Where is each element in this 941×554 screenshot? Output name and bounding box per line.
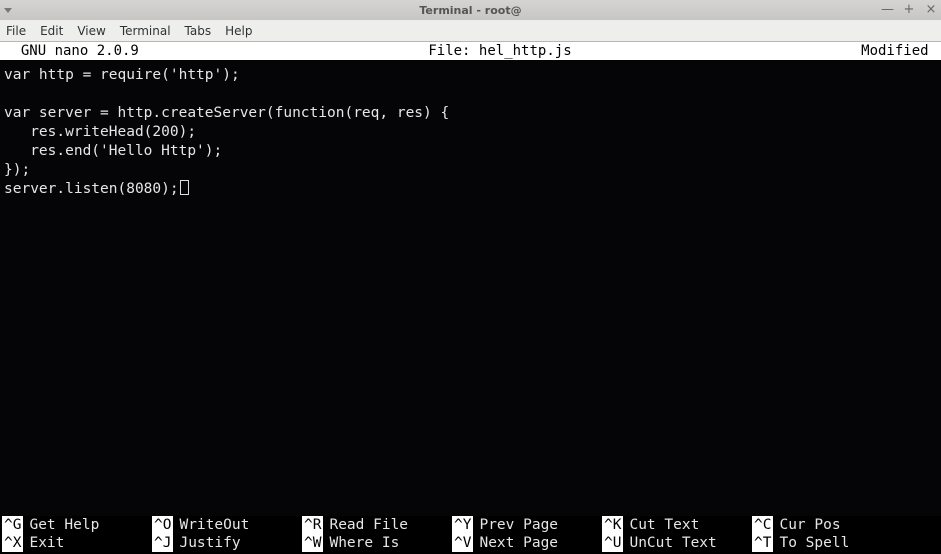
shortcut-cut-text[interactable]: ^KCut Text bbox=[602, 516, 752, 534]
menu-view[interactable]: View bbox=[77, 24, 105, 38]
code-line: var http = require('http'); bbox=[4, 67, 240, 83]
menu-terminal[interactable]: Terminal bbox=[120, 24, 171, 38]
menu-file[interactable]: File bbox=[6, 24, 26, 38]
code-line: res.end('Hello Http'); bbox=[4, 143, 222, 159]
nano-header: GNU nano 2.0.9 File: hel_http.js Modifie… bbox=[0, 42, 941, 60]
shortcut-cur-pos[interactable]: ^CCur Pos bbox=[752, 516, 902, 534]
code-line: }); bbox=[4, 162, 30, 178]
shortcut-read-file[interactable]: ^RRead File bbox=[302, 516, 452, 534]
shortcut-to-spell[interactable]: ^TTo Spell bbox=[752, 534, 902, 552]
shortcut-uncut-text[interactable]: ^UUnCut Text bbox=[602, 534, 752, 552]
code-line: res.writeHead(200); bbox=[4, 124, 196, 140]
code-line: server.listen(8080); bbox=[4, 181, 179, 197]
shortcut-next-page[interactable]: ^VNext Page bbox=[452, 534, 602, 552]
menu-tabs[interactable]: Tabs bbox=[185, 24, 212, 38]
nano-shortcut-bar: ^GGet Help ^OWriteOut ^RRead File ^YPrev… bbox=[0, 516, 941, 554]
shortcut-get-help[interactable]: ^GGet Help bbox=[2, 516, 152, 534]
shortcut-writeout[interactable]: ^OWriteOut bbox=[152, 516, 302, 534]
shortcut-justify[interactable]: ^JJustify bbox=[152, 534, 302, 552]
window-titlebar: Terminal - root@ — + × bbox=[0, 0, 941, 20]
nano-file-label: File: hel_http.js bbox=[139, 43, 861, 59]
menu-edit[interactable]: Edit bbox=[40, 24, 63, 38]
nano-editor[interactable]: var http = require('http'); var server =… bbox=[0, 60, 941, 516]
code-line: var server = http.createServer(function(… bbox=[4, 105, 449, 121]
menubar: File Edit View Terminal Tabs Help bbox=[0, 20, 941, 42]
shortcut-prev-page[interactable]: ^YPrev Page bbox=[452, 516, 602, 534]
nano-status: Modified bbox=[861, 43, 937, 59]
cursor-icon bbox=[180, 180, 189, 195]
menu-help[interactable]: Help bbox=[225, 24, 252, 38]
shortcut-where-is[interactable]: ^WWhere Is bbox=[302, 534, 452, 552]
shortcut-exit[interactable]: ^XExit bbox=[2, 534, 152, 552]
nano-version: GNU nano 2.0.9 bbox=[4, 43, 139, 59]
window-title: Terminal - root@ bbox=[0, 4, 941, 17]
